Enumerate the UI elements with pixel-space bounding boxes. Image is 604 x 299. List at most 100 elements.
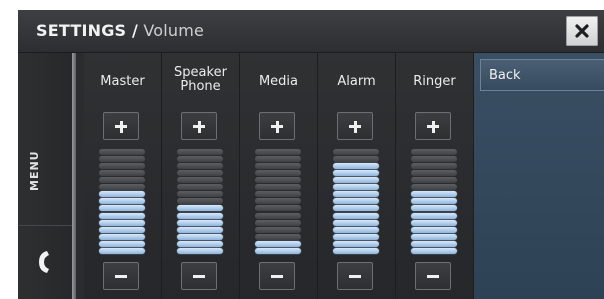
channel-label: Media: [258, 74, 299, 89]
back-button[interactable]: Back: [480, 59, 604, 91]
volume-bar-inactive: [255, 177, 301, 183]
volume-bar-active: [333, 226, 379, 233]
plus-icon-stem: [353, 120, 357, 133]
volume-bar-inactive: [255, 219, 301, 226]
plus-icon-stem: [275, 120, 279, 133]
volume-bar-active: [411, 219, 457, 226]
volume-bar-inactive: [177, 177, 223, 183]
volume-bar-active: [333, 240, 379, 247]
volume-bar-inactive: [255, 184, 301, 191]
volume-bar-active: [411, 240, 457, 247]
channel-label: Alarm: [337, 74, 376, 89]
volume-bar-active: [177, 226, 223, 233]
volume-up-button[interactable]: [415, 112, 451, 140]
channel-label: Speaker: [174, 65, 227, 80]
menu-label: MENU: [28, 150, 41, 191]
plus-icon-stem: [197, 120, 201, 133]
volume-bar-active: [411, 233, 457, 240]
volume-level-bars[interactable]: [177, 147, 223, 255]
volume-bar-active: [177, 205, 223, 212]
volume-bar-active: [333, 184, 379, 191]
volume-bar-active: [411, 191, 457, 198]
volume-bar-active: [411, 226, 457, 233]
volume-bar-active: [333, 233, 379, 240]
volume-up-button[interactable]: [259, 112, 295, 140]
volume-bar-active: [333, 198, 379, 205]
title-volume: Volume: [138, 21, 205, 40]
volume-bar-inactive: [255, 198, 301, 205]
channel-label: Master: [100, 74, 145, 89]
volume-bar-active: [333, 248, 379, 254]
volume-bar-active: [333, 191, 379, 198]
volume-bar-active: [333, 169, 379, 176]
volume-bar-inactive: [411, 155, 457, 162]
back-label: Back: [489, 68, 521, 83]
menu-tab[interactable]: MENU: [18, 53, 72, 226]
volume-bar-active: [177, 233, 223, 240]
volume-up-button[interactable]: [337, 112, 373, 140]
volume-bar-active: [177, 212, 223, 219]
channel-ringer: Ringer: [396, 53, 474, 299]
volume-bar-active: [333, 219, 379, 226]
left-sidebar: MENU: [18, 53, 72, 299]
volume-bar-active: [177, 240, 223, 247]
volume-bar-inactive: [255, 191, 301, 198]
channel-alarm: Alarm: [318, 53, 396, 299]
channel-label: Ringer: [413, 74, 456, 89]
sidebar-divider: [72, 53, 76, 299]
volume-up-button[interactable]: [181, 112, 217, 140]
phone-tab[interactable]: [18, 226, 72, 299]
volume-bar-inactive: [411, 184, 457, 191]
volume-bar-active: [99, 205, 145, 212]
volume-down-button[interactable]: [259, 262, 295, 290]
volume-bar-inactive: [411, 177, 457, 183]
volume-level-bars[interactable]: [333, 147, 379, 255]
volume-up-button[interactable]: [103, 112, 139, 140]
volume-bar-active: [333, 205, 379, 212]
channel-label-line2: Phone: [180, 79, 221, 94]
volume-bar-active: [99, 198, 145, 205]
volume-down-button[interactable]: [415, 262, 451, 290]
volume-bar-inactive: [177, 148, 223, 155]
volume-down-button[interactable]: [337, 262, 373, 290]
volume-bar-inactive: [333, 155, 379, 162]
volume-bar-active: [411, 205, 457, 212]
volume-bar-active: [99, 248, 145, 254]
volume-bar-inactive: [99, 162, 145, 169]
channel-master: Master: [84, 53, 162, 299]
volume-bar-inactive: [255, 233, 301, 240]
volume-bar-inactive: [99, 184, 145, 191]
volume-bar-active: [411, 212, 457, 219]
volume-down-button[interactable]: [103, 262, 139, 290]
volume-bar-inactive: [411, 169, 457, 176]
volume-bar-inactive: [99, 169, 145, 176]
minus-icon: [193, 275, 205, 278]
volume-bar-inactive: [411, 162, 457, 169]
close-x-icon: [575, 24, 589, 38]
settings-screen: SETTINGS / Volume MENU Master Speaker Ph…: [18, 10, 604, 299]
volume-level-bars[interactable]: [255, 147, 301, 255]
channel-media: Media: [240, 53, 318, 299]
volume-bar-active: [177, 219, 223, 226]
volume-bar-active: [99, 212, 145, 219]
volume-bar-inactive: [333, 148, 379, 155]
volume-bar-active: [333, 162, 379, 169]
volume-bar-inactive: [411, 148, 457, 155]
volume-level-bars[interactable]: [99, 147, 145, 255]
volume-bar-active: [99, 219, 145, 226]
volume-bar-active: [255, 248, 301, 254]
plus-icon-stem: [119, 120, 123, 133]
volume-bar-active: [255, 240, 301, 247]
close-button[interactable]: [566, 16, 598, 46]
volume-bar-active: [333, 212, 379, 219]
volume-bar-inactive: [177, 155, 223, 162]
volume-bar-inactive: [255, 162, 301, 169]
volume-bar-inactive: [255, 205, 301, 212]
volume-bar-inactive: [177, 184, 223, 191]
volume-bar-inactive: [255, 212, 301, 219]
header-bar: SETTINGS / Volume: [18, 10, 604, 53]
volume-level-bars[interactable]: [411, 147, 457, 255]
volume-bar-active: [177, 248, 223, 254]
volume-bar-active: [99, 240, 145, 247]
volume-down-button[interactable]: [181, 262, 217, 290]
